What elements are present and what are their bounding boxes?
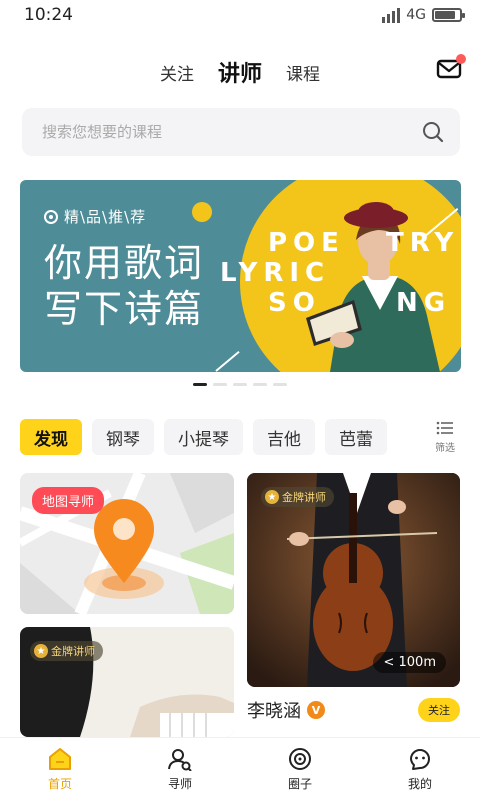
status-bar: 10:24 4G bbox=[0, 0, 480, 30]
banner-title: 你用歌词 写下诗篇 bbox=[44, 240, 204, 332]
tab-courses[interactable]: 课程 bbox=[286, 60, 320, 85]
banner-en-lyric: LYRIC bbox=[220, 258, 331, 288]
banner-title-line1: 你用歌词 bbox=[44, 241, 205, 285]
search-icon[interactable] bbox=[422, 121, 444, 143]
find-teacher-icon bbox=[168, 748, 192, 771]
signal-icon bbox=[382, 7, 401, 23]
nav-home-label: 首页 bbox=[47, 776, 72, 791]
nav-find-teacher[interactable]: 寻师 bbox=[140, 747, 220, 792]
pagination-dot[interactable] bbox=[233, 383, 247, 386]
promo-banner[interactable]: 精\品\推\荐 你用歌词 写下诗篇 POE TRY LYRIC SO NG bbox=[20, 180, 461, 372]
nav-home[interactable]: 首页 bbox=[20, 747, 100, 792]
category-discover[interactable]: 发现 bbox=[20, 419, 82, 455]
gold-teacher-badge: ★ 金牌讲师 bbox=[261, 487, 334, 507]
distance-badge: < 100m bbox=[373, 652, 446, 673]
top-tabs: 关注 讲师 课程 bbox=[0, 52, 480, 92]
banner-line-decoration bbox=[215, 350, 240, 372]
nav-profile[interactable]: 我的 bbox=[380, 747, 460, 792]
teacher-name: 李晓涵 bbox=[247, 701, 301, 722]
banner-tag-text: 精\品\推\荐 bbox=[64, 208, 147, 226]
map-search-card[interactable]: 地图寻师 bbox=[20, 473, 234, 614]
pagination-dot[interactable] bbox=[213, 383, 227, 386]
mail-button[interactable] bbox=[436, 54, 466, 80]
nav-circle-label: 圈子 bbox=[287, 776, 312, 791]
banner-dot-decoration bbox=[192, 202, 212, 222]
banner-en-poe: POE bbox=[268, 228, 345, 258]
banner-en-ng: NG bbox=[396, 288, 452, 318]
network-label: 4G bbox=[406, 7, 426, 23]
category-guitar[interactable]: 吉他 bbox=[253, 419, 315, 455]
banner-en-try: TRY bbox=[386, 228, 460, 258]
nav-circle[interactable]: 圈子 bbox=[260, 747, 340, 792]
category-row: 发现 钢琴 小提琴 吉他 芭蕾 bbox=[20, 419, 470, 455]
target-icon bbox=[44, 209, 58, 224]
search-bar[interactable] bbox=[22, 108, 460, 156]
nav-find-teacher-label: 寻师 bbox=[167, 776, 192, 791]
star-icon: ★ bbox=[34, 644, 48, 658]
tab-teachers[interactable]: 讲师 bbox=[211, 56, 269, 92]
category-piano[interactable]: 钢琴 bbox=[92, 419, 154, 455]
home-icon bbox=[49, 747, 71, 770]
circle-icon bbox=[289, 747, 311, 770]
bottom-nav: 首页 寻师 圈子 我的 bbox=[0, 738, 480, 800]
category-ballet[interactable]: 芭蕾 bbox=[325, 419, 387, 455]
battery-icon bbox=[432, 8, 465, 22]
banner-title-line2: 写下诗篇 bbox=[44, 287, 205, 331]
search-input[interactable] bbox=[42, 123, 422, 141]
status-time: 10:24 bbox=[24, 5, 73, 25]
notification-dot bbox=[456, 54, 466, 64]
nav-profile-label: 我的 bbox=[407, 776, 432, 791]
pagination-dot[interactable] bbox=[193, 383, 207, 386]
banner-tag: 精\品\推\荐 bbox=[44, 206, 146, 227]
teacher-card-cello[interactable]: ★ 金牌讲师 < 100m bbox=[247, 473, 460, 687]
tab-follow[interactable]: 关注 bbox=[160, 60, 194, 85]
gold-teacher-badge: ★ 金牌讲师 bbox=[30, 641, 103, 661]
filter-button[interactable]: 筛选 bbox=[430, 420, 460, 456]
map-search-badge: 地图寻师 bbox=[32, 487, 105, 514]
status-indicators: 4G bbox=[382, 7, 465, 23]
filter-icon bbox=[436, 421, 453, 435]
profile-icon bbox=[410, 748, 430, 770]
teacher-info: 李晓涵 V 关注 bbox=[247, 694, 460, 726]
banner-en-so: SO bbox=[268, 288, 321, 318]
banner-pagination bbox=[0, 383, 480, 386]
verified-icon: V bbox=[307, 701, 325, 719]
teacher-card-piano[interactable]: ★ 金牌讲师 bbox=[20, 627, 234, 737]
pagination-dot[interactable] bbox=[273, 383, 287, 386]
gold-badge-label: 金牌讲师 bbox=[51, 645, 95, 658]
gold-badge-label: 金牌讲师 bbox=[282, 491, 326, 504]
category-violin[interactable]: 小提琴 bbox=[164, 419, 243, 455]
star-icon: ★ bbox=[265, 490, 279, 504]
follow-button[interactable]: 关注 bbox=[418, 698, 460, 722]
pagination-dot[interactable] bbox=[253, 383, 267, 386]
filter-label: 筛选 bbox=[435, 443, 455, 454]
